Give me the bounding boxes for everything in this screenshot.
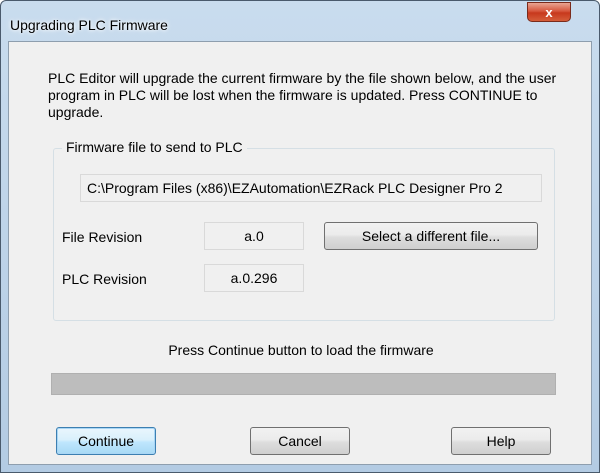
close-button[interactable]: x (527, 2, 571, 22)
help-button[interactable]: Help (451, 427, 551, 455)
firmware-file-path-field[interactable]: C:\Program Files (x86)\EZAutomation\EZRa… (80, 174, 542, 202)
file-revision-value: a.0 (204, 222, 304, 250)
cancel-button[interactable]: Cancel (250, 427, 350, 455)
plc-revision-value: a.0.296 (204, 264, 304, 292)
firmware-group: Firmware file to send to PLC C:\Program … (53, 139, 555, 321)
progress-bar (51, 373, 556, 395)
window-title: Upgrading PLC Firmware (10, 17, 168, 33)
plc-revision-label: PLC Revision (62, 271, 147, 287)
close-icon: x (545, 4, 553, 20)
dialog-client-area: PLC Editor will upgrade the current firm… (8, 41, 592, 465)
dialog-window: Upgrading PLC Firmware x PLC Editor will… (0, 0, 600, 473)
status-text: Press Continue button to load the firmwa… (168, 342, 434, 358)
title-bar[interactable]: Upgrading PLC Firmware x (1, 1, 599, 41)
select-different-file-button[interactable]: Select a different file... (324, 222, 538, 250)
continue-button[interactable]: Continue (56, 427, 156, 455)
file-revision-label: File Revision (62, 229, 143, 245)
firmware-group-legend: Firmware file to send to PLC (62, 139, 247, 155)
description-text: PLC Editor will upgrade the current firm… (48, 70, 557, 120)
